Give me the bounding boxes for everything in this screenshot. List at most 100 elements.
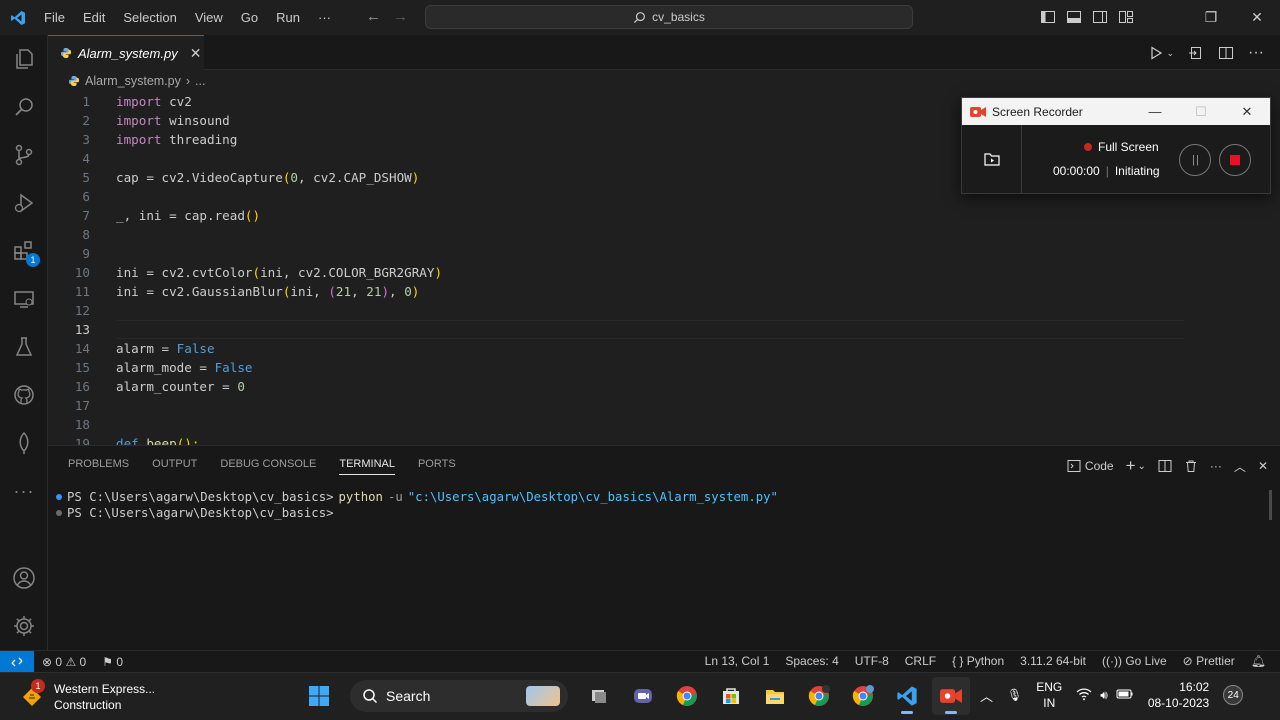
wifi-icon[interactable] [1076, 687, 1092, 704]
prettier[interactable]: ⊘ Prettier [1183, 654, 1235, 668]
code-line[interactable]: 9 [48, 244, 1280, 263]
open-recordings-folder-icon[interactable] [962, 125, 1022, 193]
line-ending[interactable]: CRLF [905, 654, 936, 668]
code-line[interactable]: 18 [48, 415, 1280, 434]
remote-indicator-icon[interactable] [0, 650, 34, 673]
teams-chat-icon[interactable] [624, 677, 662, 715]
input-language[interactable]: ENG IN [1036, 679, 1062, 711]
menu-run[interactable]: Run [267, 10, 309, 25]
extensions-icon[interactable]: 1 [0, 227, 48, 275]
microsoft-store-icon[interactable] [712, 677, 750, 715]
back-arrow-icon[interactable]: ← [366, 8, 381, 25]
language-mode[interactable]: { } Python [952, 654, 1004, 668]
kill-terminal-trash-icon[interactable] [1184, 459, 1198, 473]
vscode-taskbar-icon[interactable] [888, 677, 926, 715]
customize-layout-icon[interactable] [1118, 9, 1134, 25]
menu-file[interactable]: File [35, 10, 74, 25]
run-dropdown-chevron-icon[interactable]: ⌄ [1166, 48, 1174, 59]
recorder-close-icon[interactable]: ✕ [1224, 98, 1270, 125]
terminal-profile-label[interactable]: Code [1085, 459, 1114, 473]
chrome-icon[interactable] [668, 677, 706, 715]
file-explorer-icon[interactable] [756, 677, 794, 715]
notifications-bell-icon[interactable]: 🔔︎ [1251, 654, 1266, 668]
explorer-icon[interactable] [0, 35, 48, 83]
problems-status[interactable]: ⊗ 0 ⚠ 0 [42, 655, 86, 669]
tab-ports[interactable]: PORTS [418, 458, 456, 475]
code-line[interactable]: 10 ini = cv2.cvtColor(ini, cv2.COLOR_BGR2… [48, 263, 1280, 282]
menu-selection[interactable]: Selection [114, 10, 185, 25]
code-line[interactable]: 13 [48, 320, 1280, 339]
command-center-search[interactable]: cv_basics [425, 5, 913, 29]
panel-more-icon[interactable]: ··· [1210, 459, 1222, 473]
weather-widget[interactable]: 1 Western Express... Construction [20, 679, 155, 713]
encoding[interactable]: UTF-8 [855, 654, 889, 668]
python-interpreter[interactable]: 3.11.2 64-bit [1020, 654, 1086, 668]
mongodb-leaf-icon[interactable] [0, 419, 48, 467]
maximize-panel-chevron-icon[interactable]: ︿ [1234, 458, 1246, 475]
terminal-scrollbar[interactable] [1269, 490, 1272, 520]
breadcrumb-file[interactable]: Alarm_system.py [85, 74, 181, 88]
recorder-maximize-icon[interactable]: ☐ [1178, 98, 1224, 125]
microphone-icon[interactable]: 🎙︎ [1007, 688, 1022, 702]
more-views-icon[interactable]: ··· [0, 467, 48, 515]
split-editor-icon[interactable] [1218, 45, 1234, 61]
recorder-minimize-icon[interactable]: — [1132, 98, 1178, 125]
tab-debug-console[interactable]: DEBUG CONSOLE [220, 458, 316, 475]
code-line[interactable]: 15 alarm_mode = False [48, 358, 1280, 377]
code-line[interactable]: 7 _, ini = cap.read() [48, 206, 1280, 225]
tab-problems[interactable]: PROBLEMS [68, 458, 129, 475]
stop-recording-button[interactable] [1219, 144, 1251, 176]
menu-view[interactable]: View [186, 10, 232, 25]
pause-recording-button[interactable]: | | [1179, 144, 1211, 176]
terminal-line-1[interactable]: PS C:\Users\agarw\Desktop\cv_basics> pyt… [56, 490, 778, 504]
chrome-profile-icon[interactable] [800, 677, 838, 715]
battery-icon[interactable] [1116, 687, 1134, 704]
run-debug-icon[interactable] [0, 179, 48, 227]
run-python-file-icon[interactable] [1148, 45, 1164, 61]
notification-count-badge[interactable]: 24 [1223, 685, 1244, 705]
code-line[interactable]: 11 ini = cv2.GaussianBlur(ini, (21, 21), … [48, 282, 1280, 301]
volume-icon[interactable]: 🔊︎ [1100, 688, 1108, 703]
terminal-dropdown-chevron-icon[interactable]: ⌄ [1138, 461, 1146, 472]
toggle-panel-icon[interactable] [1066, 9, 1082, 25]
screen-recorder-taskbar-icon[interactable] [932, 677, 970, 715]
close-window-icon[interactable]: ✕ [1234, 0, 1280, 35]
show-hidden-icons-chevron-icon[interactable]: ︿ [980, 686, 993, 705]
open-changes-icon[interactable] [1188, 45, 1204, 61]
toggle-secondary-sidebar-icon[interactable] [1092, 9, 1108, 25]
code-line[interactable]: 12 [48, 301, 1280, 320]
go-live[interactable]: ((·)) Go Live [1102, 654, 1167, 668]
accounts-icon[interactable] [0, 554, 48, 602]
tab-alarm-system[interactable]: Alarm_system.py ✕ [48, 35, 204, 70]
code-line[interactable]: 8 [48, 225, 1280, 244]
breadcrumb-more[interactable]: ... [195, 74, 205, 88]
search-view-icon[interactable] [0, 83, 48, 131]
close-panel-icon[interactable]: ✕ [1258, 459, 1268, 473]
tab-output[interactable]: OUTPUT [152, 458, 197, 475]
code-line[interactable]: 17 [48, 396, 1280, 415]
github-icon[interactable] [0, 371, 48, 419]
forward-arrow-icon[interactable]: → [393, 8, 408, 25]
toggle-primary-sidebar-icon[interactable] [1040, 9, 1056, 25]
split-terminal-icon[interactable] [1158, 459, 1172, 473]
ports-status[interactable]: ⚑ 0 [102, 655, 123, 669]
code-line[interactable]: 16 alarm_counter = 0 [48, 377, 1280, 396]
start-windows-icon[interactable] [300, 677, 338, 715]
indentation[interactable]: Spaces: 4 [785, 654, 838, 668]
testing-icon[interactable] [0, 323, 48, 371]
source-control-icon[interactable] [0, 131, 48, 179]
menu-go[interactable]: Go [232, 10, 267, 25]
menu-edit[interactable]: Edit [74, 10, 114, 25]
taskbar-search[interactable]: Search [350, 680, 568, 712]
task-view-icon[interactable] [580, 677, 618, 715]
minimize-icon[interactable] [1142, 0, 1188, 35]
settings-gear-icon[interactable] [0, 602, 48, 650]
code-line[interactable]: 14 alarm = False [48, 339, 1280, 358]
remote-explorer-icon[interactable] [0, 275, 48, 323]
new-terminal-icon[interactable]: + [1126, 456, 1136, 476]
cursor-position[interactable]: Ln 13, Col 1 [705, 654, 770, 668]
recording-mode[interactable]: Full Screen [1084, 140, 1159, 154]
tab-terminal[interactable]: TERMINAL [339, 458, 395, 475]
clock[interactable]: 16:02 08-10-2023 [1148, 679, 1209, 711]
menu-more[interactable]: ··· [309, 10, 340, 25]
